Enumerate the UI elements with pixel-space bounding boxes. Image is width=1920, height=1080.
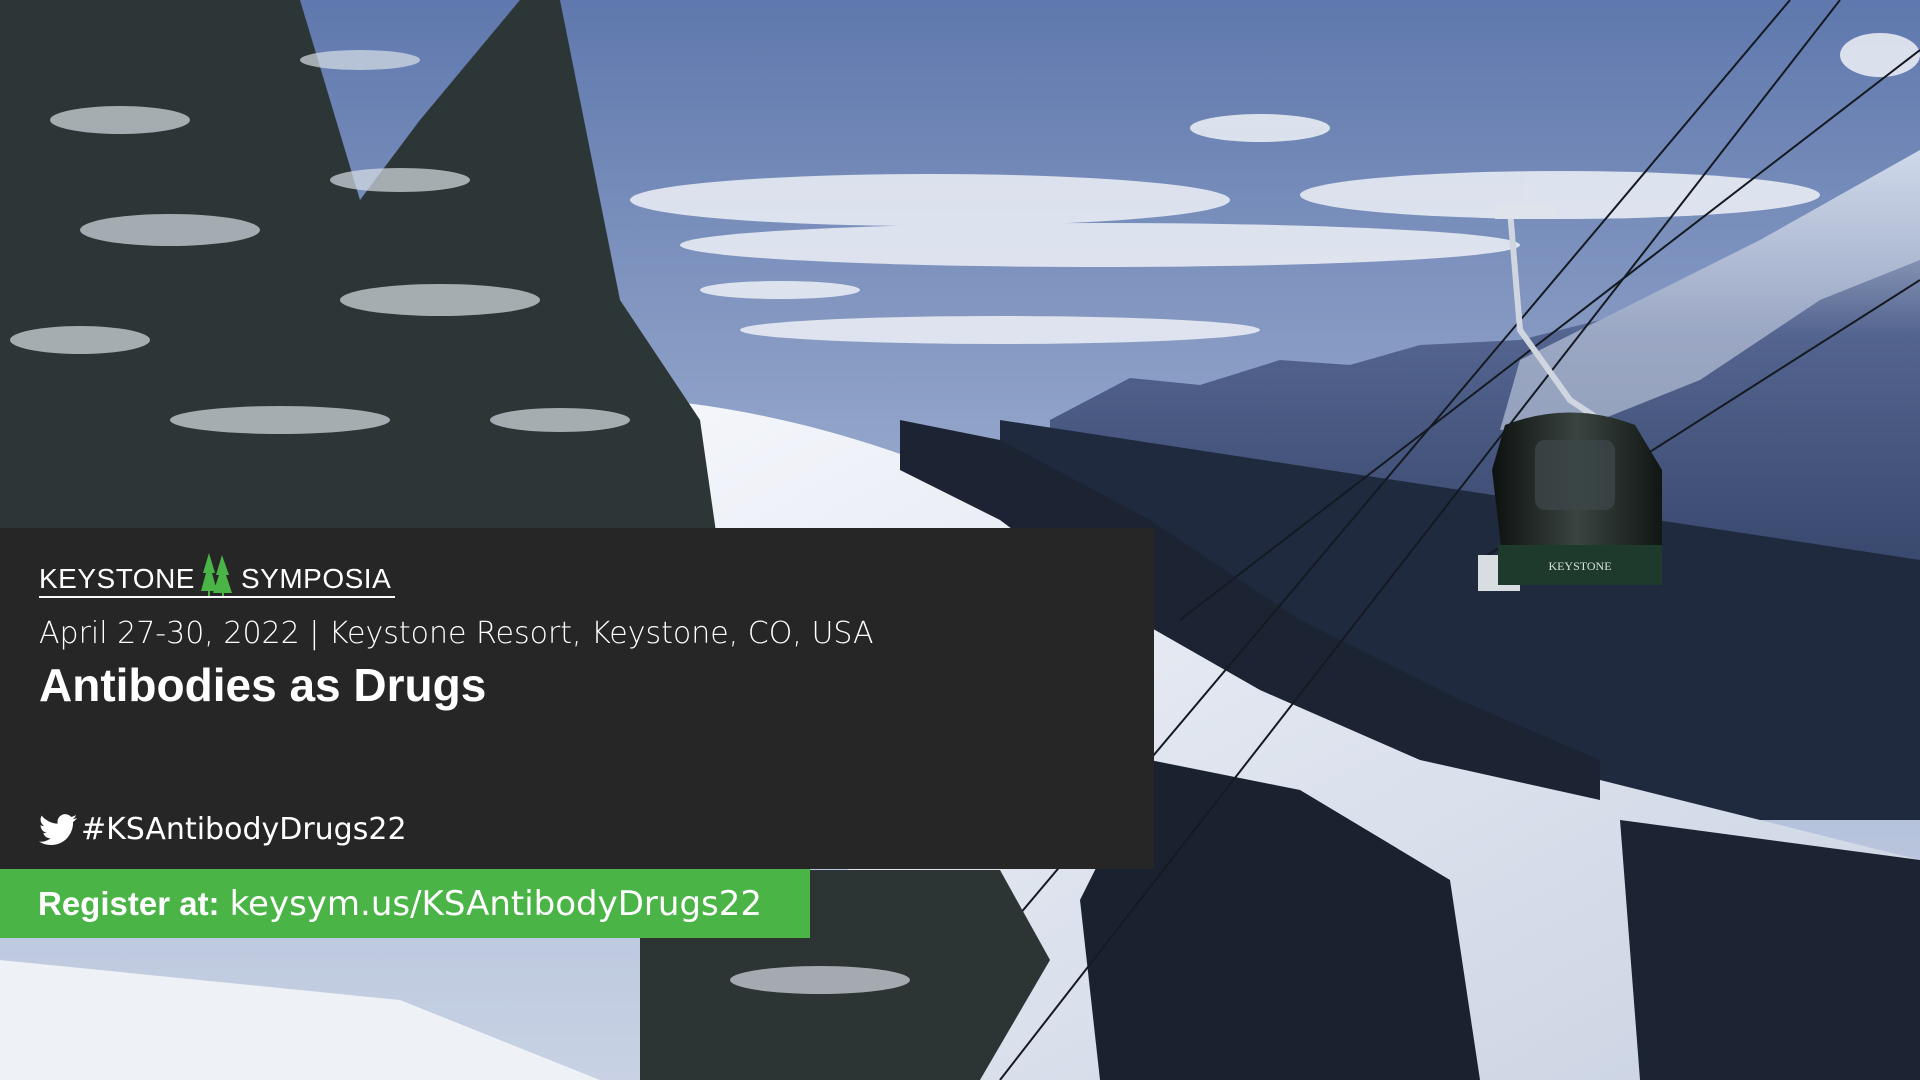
twitter-icon [39,813,77,845]
logo-left-word: KEYSTONE [39,563,195,594]
register-label: Register at: [38,884,220,922]
register-link[interactable]: keysym.us/KSAntibodyDrugs22 [230,884,762,924]
keystone-symposia-logo: KEYSTONE SYMPOSIA [39,552,391,597]
hashtag-text: #KSAntibodyDrugs22 [81,812,407,847]
right-forest [1620,820,1920,1080]
tree-icon [200,553,232,597]
logo-underline [39,596,395,598]
gondola-label: KEYSTONE [1548,559,1611,573]
register-banner[interactable]: Register at: keysym.us/KSAntibodyDrugs22 [0,869,810,938]
logo-right-word: SYMPOSIA [240,563,392,594]
social-hashtag: #KSAntibodyDrugs22 [39,812,407,847]
event-dates-location: April 27-30, 2022 | Keystone Resort, Key… [39,616,874,651]
event-title: Antibodies as Drugs [39,659,487,711]
